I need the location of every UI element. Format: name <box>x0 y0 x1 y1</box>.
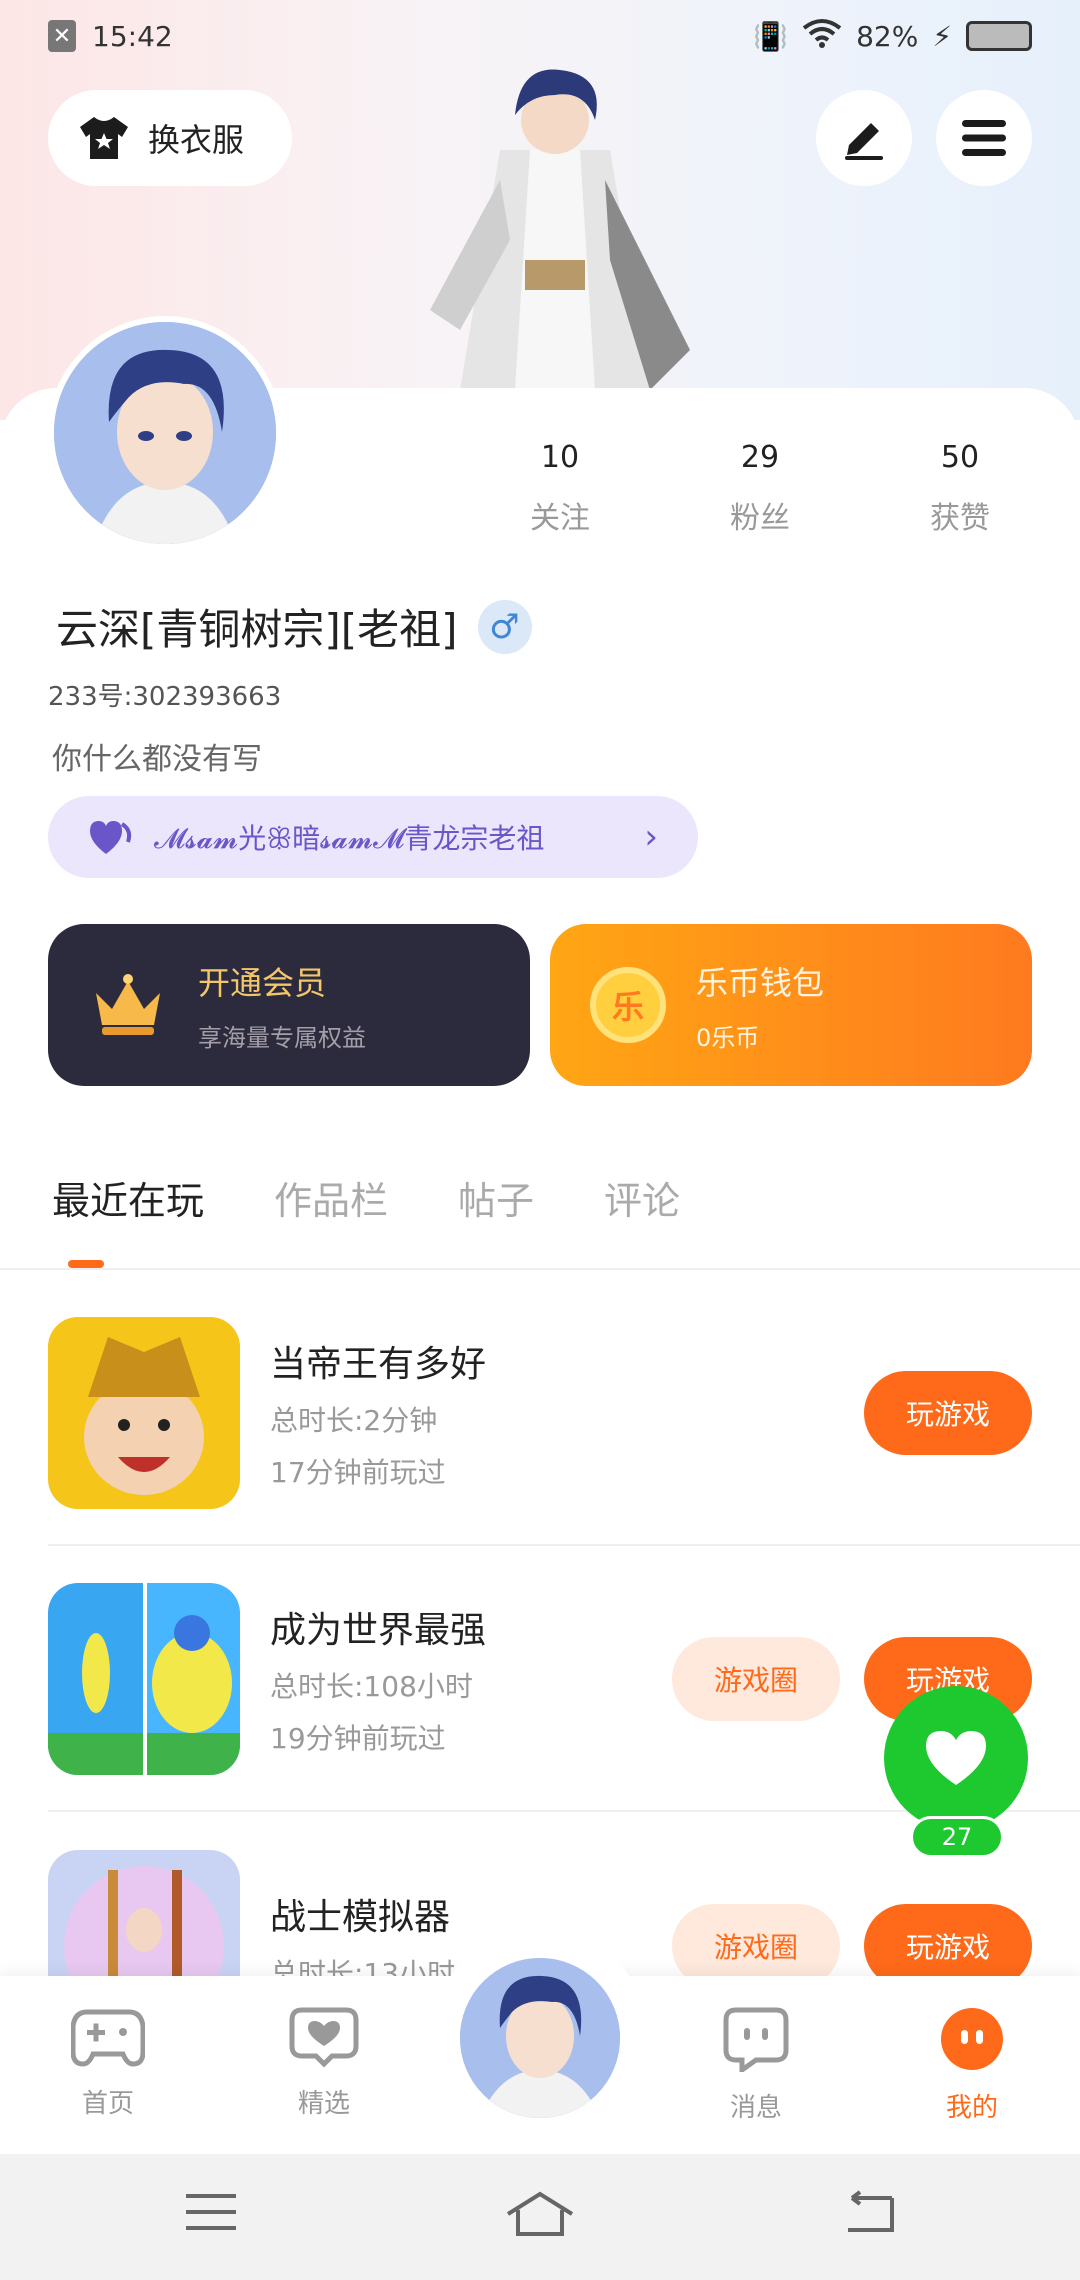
wifi-icon <box>802 18 842 55</box>
user-bio: 你什么都没有写 <box>52 742 262 777</box>
nav-featured[interactable]: 精选 <box>254 2006 394 2120</box>
coin-title: 乐币钱包 <box>696 963 825 1002</box>
coin-subtitle: 0乐币 <box>696 1023 760 1052</box>
stat-value: 10 <box>540 440 580 475</box>
game-icon <box>48 1317 240 1509</box>
status-time: 15:42 <box>92 19 173 53</box>
face-icon <box>941 2008 1003 2070</box>
nav-mine[interactable]: 我的 <box>902 2006 1042 2124</box>
coin-icon: 乐 <box>590 967 666 1043</box>
coin-wallet-card[interactable]: 乐 乐币钱包 0乐币 <box>550 924 1032 1086</box>
nav-label: 我的 <box>945 2093 998 2123</box>
home-icon[interactable] <box>504 2190 576 2242</box>
vip-card[interactable]: 开通会员 享海量专属权益 <box>48 924 530 1086</box>
tab-posts[interactable]: 帖子 <box>458 1170 534 1230</box>
tab-works[interactable]: 作品栏 <box>274 1170 388 1230</box>
stat-likes[interactable]: 50 获赞 <box>880 440 1040 537</box>
tab-comments[interactable]: 评论 <box>604 1170 680 1230</box>
heart-icon <box>926 1731 986 1785</box>
game-duration: 总时长:2分钟 <box>270 1404 438 1437</box>
nav-messages[interactable]: 消息 <box>686 2006 826 2124</box>
charging-icon: ⚡ <box>932 19 952 53</box>
play-game-button[interactable]: 玩游戏 <box>864 1371 1032 1455</box>
guild-name: 𝓜𝓼𝓪𝓶光ꕥ暗𝓼𝓪𝓶𝓜青龙宗老祖 <box>154 822 545 855</box>
stat-label: 获赞 <box>930 501 990 536</box>
stat-value: 29 <box>740 440 780 475</box>
gamepad-icon <box>70 2009 146 2067</box>
tab-recent[interactable]: 最近在玩 <box>52 1170 204 1230</box>
nav-home[interactable]: 首页 <box>38 2006 178 2120</box>
edit-button[interactable] <box>816 90 912 186</box>
nav-label: 精选 <box>297 2089 350 2119</box>
game-title: 当帝王有多好 <box>270 1344 487 1385</box>
chevron-right-icon: › <box>644 817 658 857</box>
floating-like-button[interactable] <box>884 1686 1028 1830</box>
game-last-played: 19分钟前玩过 <box>270 1722 446 1755</box>
game-last-played: 17分钟前玩过 <box>270 1456 446 1489</box>
stat-fans[interactable]: 29 粉丝 <box>680 440 840 537</box>
tshirt-icon <box>80 117 128 159</box>
game-title: 成为世界最强 <box>270 1610 487 1651</box>
notification-x-icon: ✕ <box>48 20 76 52</box>
profile-tabs: 最近在玩 作品栏 帖子 评论 <box>0 1170 1080 1270</box>
vip-subtitle: 享海量专属权益 <box>198 1023 366 1052</box>
pen-icon <box>845 123 883 160</box>
hamburger-icon <box>962 120 1006 156</box>
character-figure <box>390 60 720 420</box>
vibrate-icon: 📳 <box>753 19 789 53</box>
nav-label: 消息 <box>729 2093 782 2123</box>
menu-button[interactable] <box>936 90 1032 186</box>
system-nav-bar <box>0 2154 1080 2280</box>
male-gender-icon: ♂ <box>477 599 532 654</box>
crown-icon <box>96 974 160 1035</box>
recent-apps-icon[interactable] <box>184 2190 238 2238</box>
wardrobe-button[interactable]: 换衣服 <box>48 90 292 186</box>
chat-icon <box>723 2007 789 2075</box>
user-id: 233号:302393663 <box>48 682 282 712</box>
battery-icon <box>966 21 1032 51</box>
stat-label: 关注 <box>530 501 590 536</box>
like-count-badge: 27 <box>910 1816 1004 1858</box>
stat-following[interactable]: 10 关注 <box>480 440 640 537</box>
profile-avatar[interactable] <box>48 316 282 550</box>
battery-percent: 82% <box>856 19 919 53</box>
name-row: 云深[青铜树宗][老祖] ♂ <box>56 596 532 657</box>
nav-center-avatar[interactable] <box>456 1954 624 2122</box>
guild-badge[interactable]: 𝓜𝓼𝓪𝓶光ꕥ暗𝓼𝓪𝓶𝓜青龙宗老祖 › <box>48 796 698 878</box>
heart-chat-icon <box>289 2007 359 2068</box>
list-item[interactable]: 当帝王有多好 总时长:2分钟 17分钟前玩过 玩游戏 <box>48 1282 1080 1546</box>
heart-badge-icon <box>90 821 132 854</box>
game-circle-button[interactable]: 游戏圈 <box>672 1637 840 1721</box>
stat-value: 50 <box>940 440 980 475</box>
tab-indicator <box>68 1260 104 1268</box>
user-name: 云深[青铜树宗][老祖] <box>56 605 458 654</box>
profile-stats: 10 关注 29 粉丝 50 获赞 <box>480 440 1040 537</box>
game-icon <box>48 1583 240 1775</box>
nav-label: 首页 <box>81 2089 134 2119</box>
back-icon[interactable] <box>842 2190 896 2238</box>
wardrobe-label: 换衣服 <box>148 121 245 159</box>
vip-title: 开通会员 <box>198 963 327 1002</box>
stat-label: 粉丝 <box>730 501 790 536</box>
game-title: 战士模拟器 <box>270 1897 451 1938</box>
game-duration: 总时长:108小时 <box>270 1670 473 1703</box>
